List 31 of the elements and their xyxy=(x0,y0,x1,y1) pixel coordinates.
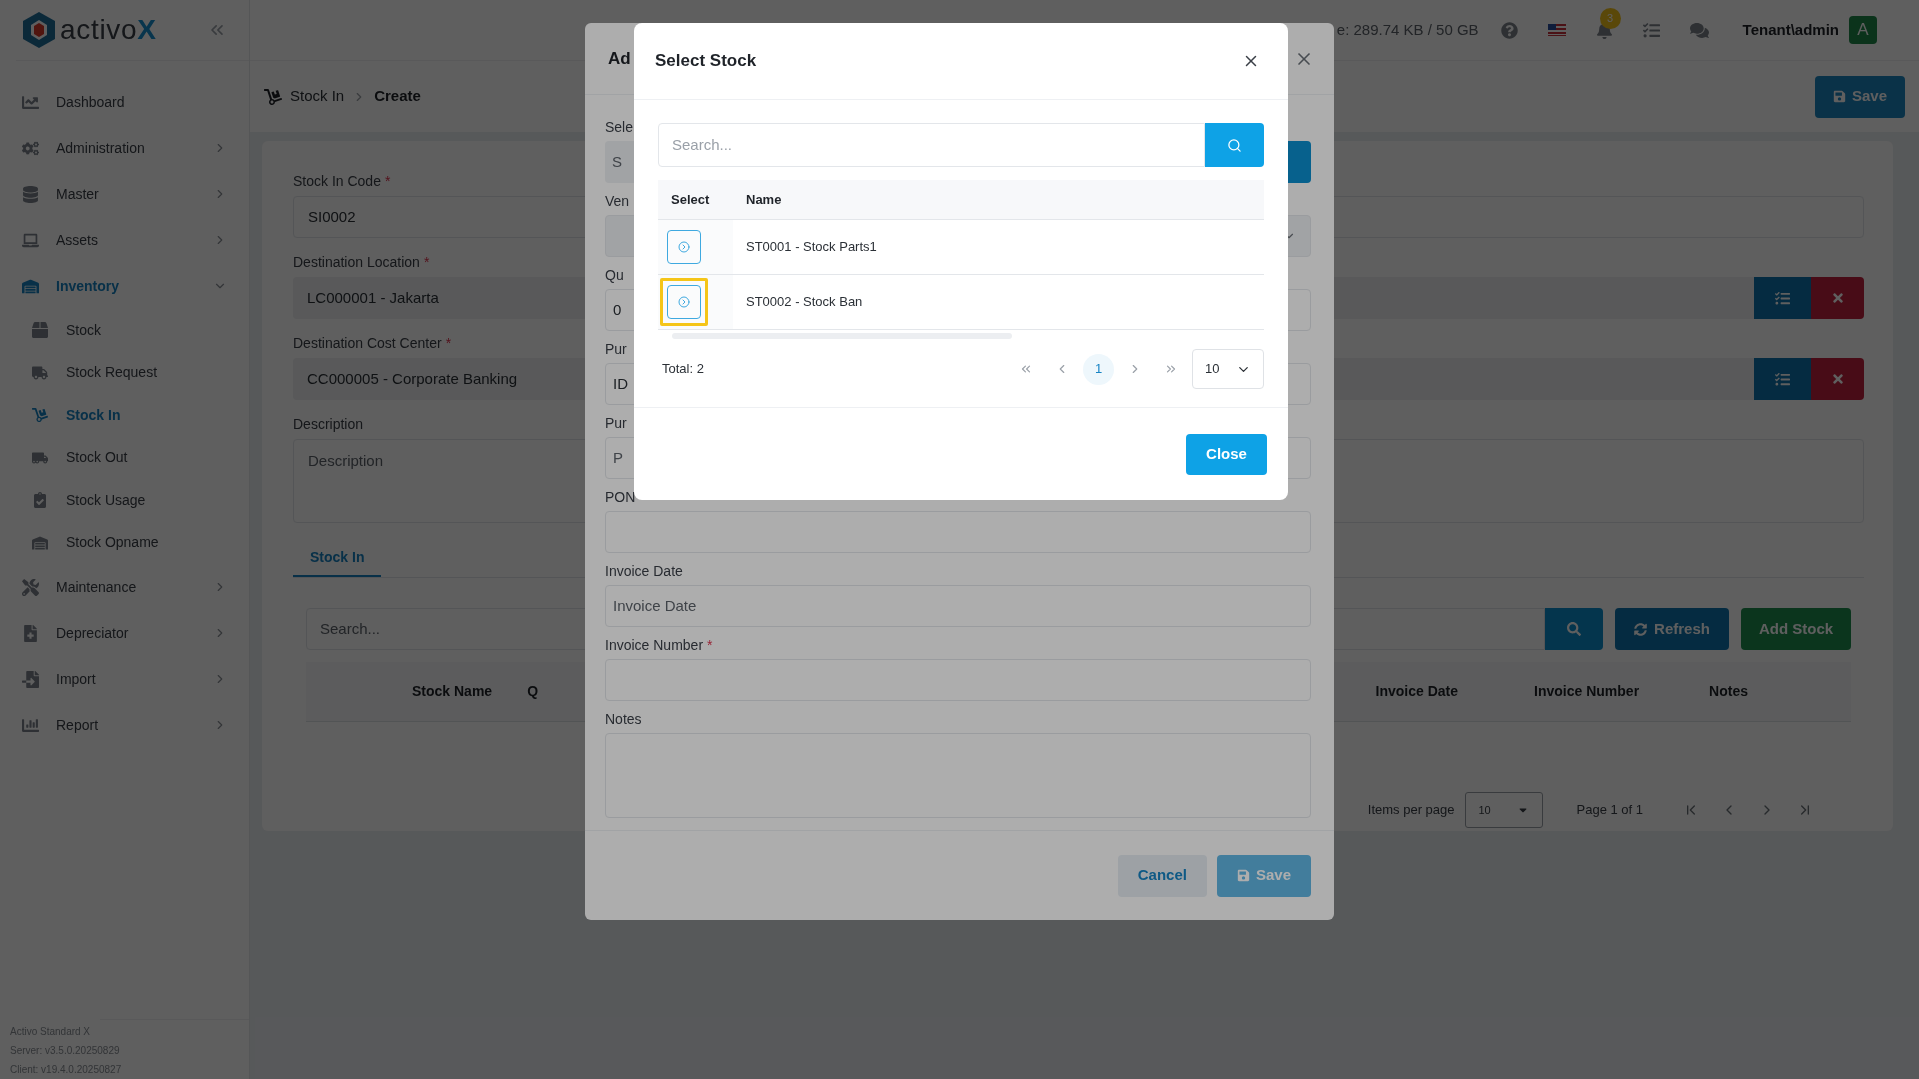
column-header: Name xyxy=(746,190,782,209)
dialog-title: Ad xyxy=(608,47,631,70)
field-label: Ven xyxy=(605,192,630,211)
column-header: Invoice Date xyxy=(1375,682,1459,701)
page-indicator: Page 1 of 1 xyxy=(1576,801,1643,820)
field-label: Invoice Date xyxy=(605,562,683,581)
items-per-page-label: Items per page xyxy=(1367,801,1455,820)
column-header: Notes xyxy=(1709,682,1748,701)
table-cell-text: ST0001 - Stock Parts1 xyxy=(746,238,877,257)
field-label: Invoice Number * xyxy=(605,636,713,655)
breadcrumb-current: Create xyxy=(374,86,421,107)
field-label: Sele xyxy=(605,118,634,137)
field-label: Stock In Code * xyxy=(293,172,391,191)
table-cell-text: ST0002 - Stock Ban xyxy=(746,293,863,312)
field-label: Destination Location * xyxy=(293,253,430,272)
notification-badge: 3 xyxy=(1599,7,1621,29)
column-header: Select xyxy=(671,190,711,209)
brand-name: activoX xyxy=(60,16,157,44)
field-label: Notes xyxy=(605,710,642,729)
column-header: Q xyxy=(527,682,539,701)
storage-usage: e: 289.74 KB / 50 GB xyxy=(1336,19,1479,40)
dialog-title: Select Stock xyxy=(655,50,757,73)
field-label: Pur xyxy=(605,414,627,433)
field-label: PON xyxy=(605,488,636,507)
total-count: Total: 2 xyxy=(662,360,705,379)
field-label: Destination Cost Center * xyxy=(293,334,452,353)
column-header: Invoice Number xyxy=(1534,682,1640,701)
column-header: Stock Name xyxy=(412,682,493,701)
field-label: Qu xyxy=(605,266,624,285)
field-label: Pur xyxy=(605,340,627,359)
field-label: Description xyxy=(293,415,364,434)
